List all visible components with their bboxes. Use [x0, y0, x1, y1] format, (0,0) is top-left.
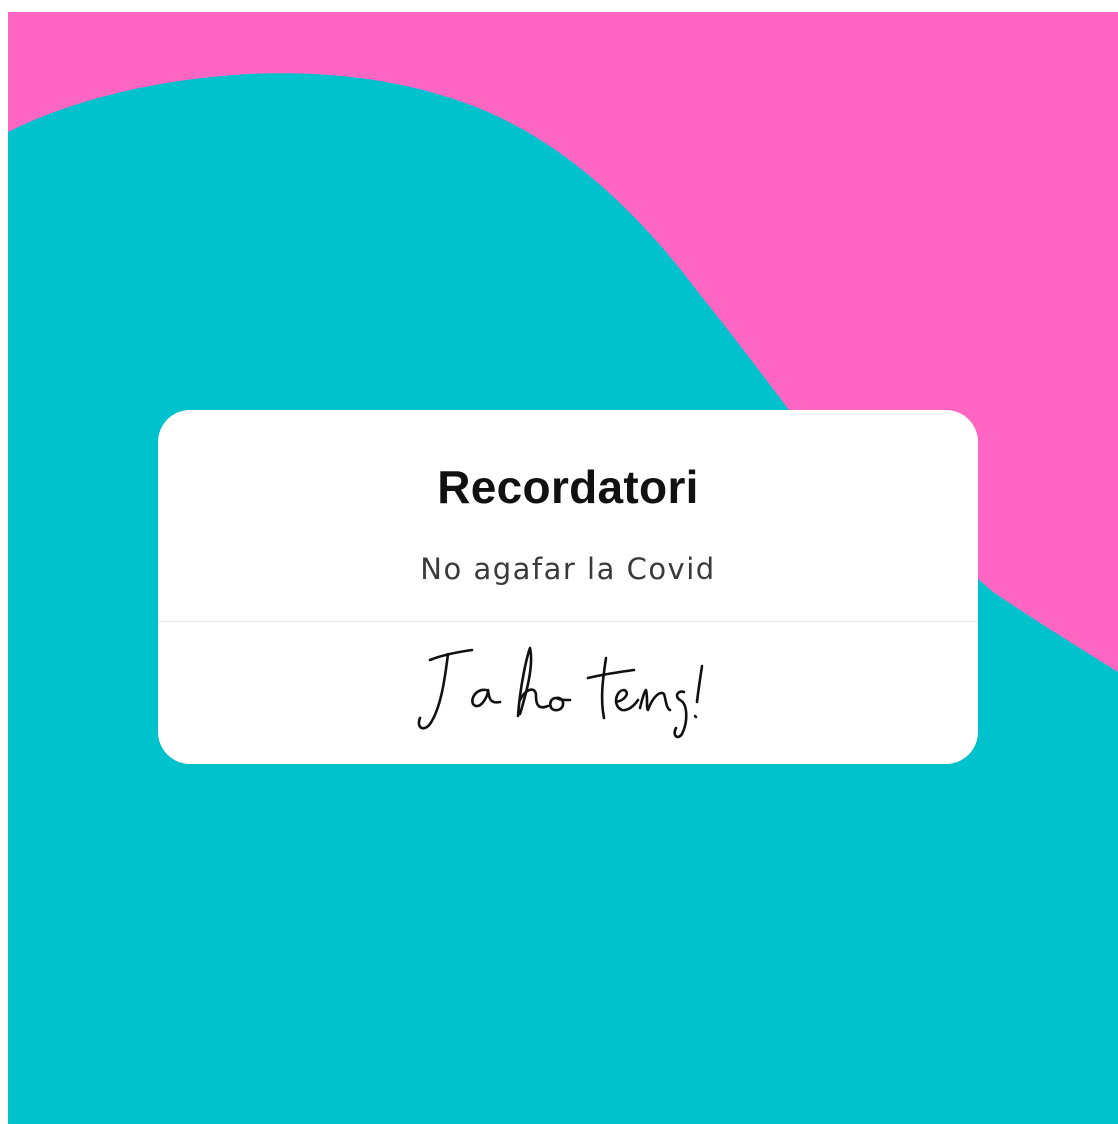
- reminder-card: Recordatori No agafar la Covid: [158, 410, 978, 764]
- handwritten-action-label: [417, 646, 704, 739]
- story-canvas: Recordatori No agafar la Covid: [8, 12, 1118, 1124]
- card-title: Recordatori: [437, 461, 699, 513]
- card-subtitle: No agafar la Covid: [420, 552, 716, 586]
- reminder-action-button[interactable]: [158, 622, 978, 764]
